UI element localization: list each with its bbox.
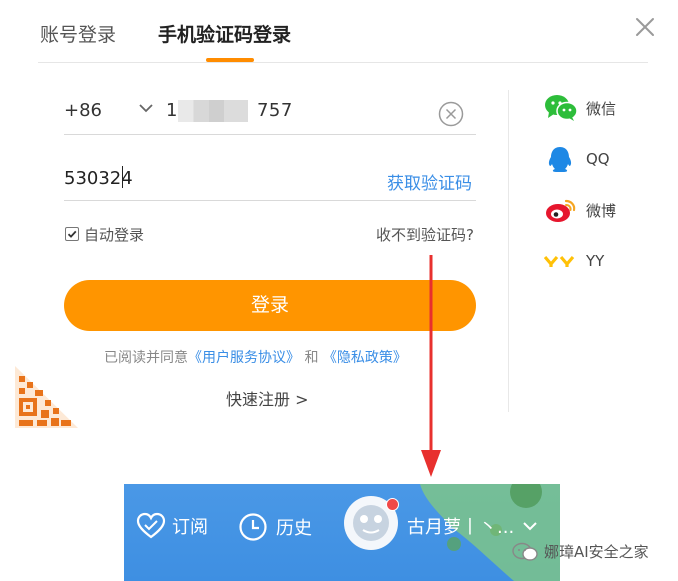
watermark: 娜璋AI安全之家 — [512, 541, 649, 562]
channel-menu[interactable]: 古月萝丨丶... — [407, 513, 540, 539]
auto-login-label: 自动登录 — [84, 226, 145, 244]
agreement-prefix: 已阅读并同意 — [104, 350, 188, 366]
qq-icon — [544, 145, 578, 173]
clear-input-icon[interactable] — [438, 101, 464, 127]
text-caret — [122, 166, 123, 188]
history-label: 历史 — [276, 518, 312, 539]
agreement-and: 和 — [304, 350, 319, 366]
subscribe-button[interactable]: 订阅 — [136, 512, 208, 540]
notification-dot — [386, 498, 399, 511]
clock-icon — [238, 512, 268, 542]
yy-login[interactable]: YY — [543, 247, 605, 275]
watermark-text: 娜璋AI安全之家 — [544, 543, 649, 561]
qq-label: QQ — [586, 150, 610, 168]
social-divider — [508, 90, 509, 412]
qr-code-icon[interactable] — [15, 366, 78, 428]
phone-field-underline — [64, 134, 476, 135]
phone-number-suffix: 757 — [256, 100, 293, 121]
weibo-icon — [544, 196, 578, 224]
agreement-text: 已阅读并同意《用户服务协议》 和 《隐私政策》 — [104, 347, 407, 367]
red-arrow-icon — [418, 255, 444, 480]
channel-label: 古月萝丨丶... — [407, 517, 515, 538]
yy-label: YY — [586, 252, 605, 270]
auto-login-checkbox[interactable] — [65, 227, 79, 241]
weibo-login[interactable]: 微博 — [544, 196, 616, 224]
user-agreement-link[interactable]: 《用户服务协议》 — [188, 350, 300, 366]
code-field-underline — [64, 200, 476, 201]
chevron-down-icon — [520, 516, 540, 536]
get-code-link[interactable]: 获取验证码 — [387, 169, 472, 194]
wechat-watermark-icon — [512, 542, 538, 562]
history-button[interactable]: 历史 — [238, 512, 312, 542]
header-divider — [38, 62, 648, 63]
wechat-icon — [544, 94, 578, 122]
phone-number-mask — [178, 100, 248, 122]
tab-account-login[interactable]: 账号登录 — [40, 20, 116, 47]
wechat-label: 微信 — [586, 99, 617, 118]
bottom-navigation-bar: 订阅 历史 古月萝丨丶... — [124, 484, 560, 581]
close-icon[interactable] — [630, 12, 660, 42]
quick-register-link[interactable]: 快速注册 > — [226, 386, 309, 410]
phone-number-prefix: 1 — [166, 100, 178, 121]
wechat-login[interactable]: 微信 — [544, 94, 616, 122]
yy-icon — [543, 247, 578, 275]
chevron-down-icon[interactable] — [136, 98, 156, 118]
privacy-policy-link[interactable]: 《隐私政策》 — [323, 350, 407, 366]
weibo-label: 微博 — [586, 201, 617, 220]
no-code-link[interactable]: 收不到验证码? — [376, 224, 474, 245]
country-code-select[interactable]: +86 — [64, 100, 102, 121]
login-button[interactable]: 登录 — [64, 280, 476, 331]
subscribe-label: 订阅 — [172, 517, 208, 538]
tab-sms-login[interactable]: 手机验证码登录 — [158, 20, 291, 47]
qq-login[interactable]: QQ — [544, 145, 610, 173]
heart-icon — [136, 512, 166, 540]
